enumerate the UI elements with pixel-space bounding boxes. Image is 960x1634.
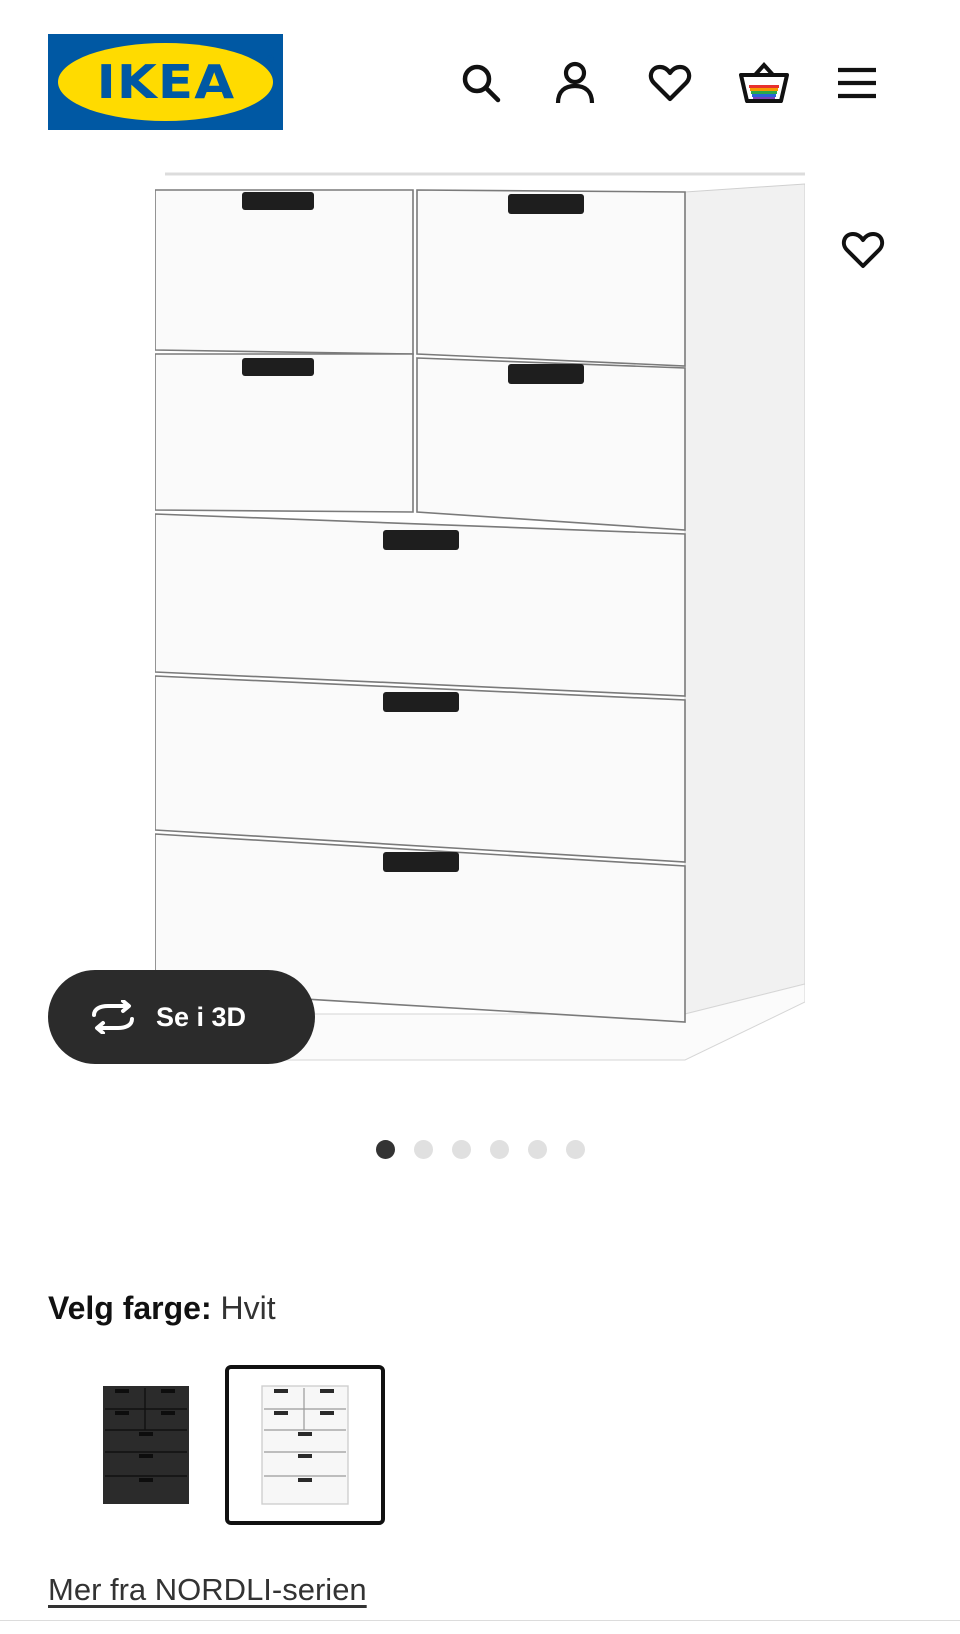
basket-icon bbox=[739, 62, 789, 103]
heart-icon bbox=[841, 232, 885, 268]
logo-registered-mark: ® bbox=[265, 54, 275, 65]
carousel-dot[interactable] bbox=[451, 1140, 471, 1159]
selected-color: Hvit bbox=[220, 1290, 276, 1326]
view-in-3d-button[interactable]: Se i 3D bbox=[48, 970, 315, 1064]
color-option-image bbox=[103, 1386, 189, 1504]
divider bbox=[0, 1620, 960, 1621]
heart-icon bbox=[648, 64, 692, 102]
basket-button[interactable] bbox=[737, 56, 791, 110]
account-button[interactable] bbox=[548, 56, 602, 110]
view-in-3d-label: Se i 3D bbox=[156, 1001, 247, 1032]
search-icon bbox=[462, 64, 501, 103]
series-link[interactable]: Mer fra NORDLI-serien bbox=[48, 1572, 367, 1608]
color-option-white[interactable] bbox=[225, 1365, 385, 1525]
menu-icon bbox=[838, 67, 876, 99]
favourites-button[interactable] bbox=[643, 56, 697, 110]
search-button[interactable] bbox=[454, 56, 508, 110]
user-icon bbox=[555, 61, 595, 104]
menu-button[interactable] bbox=[830, 56, 884, 110]
carousel-dot[interactable] bbox=[413, 1140, 433, 1159]
logo-oval: IKEA bbox=[58, 43, 273, 121]
rotate-3d-icon bbox=[88, 997, 142, 1037]
carousel-dot[interactable] bbox=[489, 1140, 509, 1159]
add-to-favourites-button[interactable] bbox=[835, 222, 891, 278]
color-option-image bbox=[261, 1385, 349, 1505]
carousel-dot[interactable] bbox=[375, 1140, 395, 1159]
color-label: Velg farge: bbox=[48, 1290, 212, 1326]
color-option-black[interactable] bbox=[66, 1365, 226, 1525]
color-selection: Velg farge: Hvit bbox=[48, 1290, 276, 1327]
ikea-logo[interactable]: IKEA ® bbox=[48, 34, 283, 130]
product-image-carousel[interactable] bbox=[0, 160, 960, 1110]
carousel-pagination bbox=[0, 1140, 960, 1162]
logo-text: IKEA bbox=[96, 55, 235, 109]
product-image bbox=[155, 172, 805, 1061]
carousel-dot[interactable] bbox=[527, 1140, 547, 1159]
carousel-dot[interactable] bbox=[565, 1140, 585, 1159]
